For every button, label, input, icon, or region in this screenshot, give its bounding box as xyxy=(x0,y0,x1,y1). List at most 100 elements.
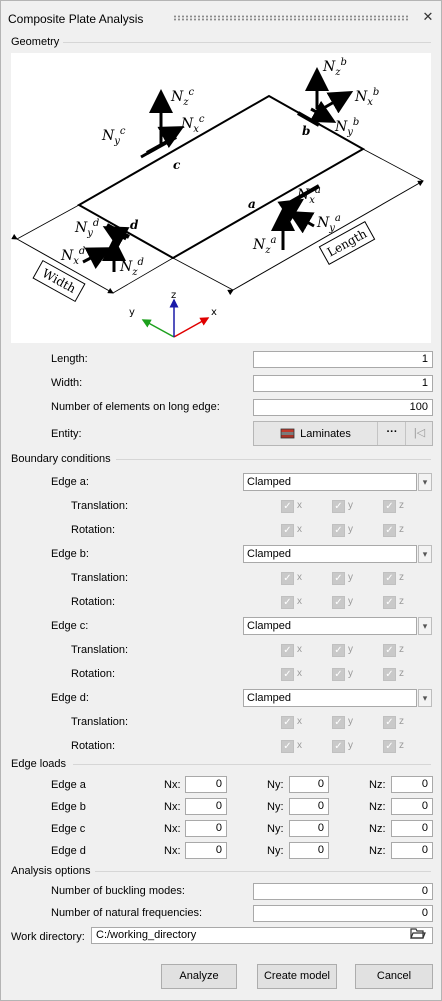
rotation-x-checkbox[interactable]: ✓ xyxy=(281,668,294,681)
edge-2-condition-select[interactable]: Clamped xyxy=(243,617,417,635)
label-ny-b: Nyb xyxy=(334,117,359,138)
ny-label: Ny: xyxy=(267,779,284,791)
chevron-down-icon[interactable]: ▾ xyxy=(418,689,432,707)
nx-input[interactable]: 0 xyxy=(185,776,227,793)
entity-selector: Laminates ··· |◁ xyxy=(253,421,433,446)
natural-frequencies-label: Number of natural frequencies: xyxy=(51,907,203,919)
section-geometry: Geometry xyxy=(11,36,60,48)
more-icon[interactable]: ··· xyxy=(379,422,406,445)
rotation-y-checkbox[interactable]: ✓ xyxy=(332,668,345,681)
edge-load-row-label: Edge d xyxy=(51,845,86,857)
rotation-y-checkbox[interactable]: ✓ xyxy=(332,596,345,609)
rotation-x-checkbox[interactable]: ✓ xyxy=(281,524,294,537)
nx-input[interactable]: 0 xyxy=(185,820,227,837)
entity-select-button[interactable]: Laminates xyxy=(254,422,378,445)
chevron-down-icon[interactable]: ▾ xyxy=(418,473,432,491)
window-title: Composite Plate Analysis xyxy=(8,12,144,26)
label-ny-d: Nyd xyxy=(74,218,99,239)
buckling-modes-label: Number of buckling modes: xyxy=(51,885,185,897)
nx-label: Nx: xyxy=(164,801,181,813)
chevron-down-icon[interactable]: ▾ xyxy=(418,545,432,563)
rotation-z-checkbox[interactable]: ✓ xyxy=(383,524,396,537)
ny-input[interactable]: 0 xyxy=(289,776,329,793)
clear-selection-icon[interactable]: |◁ xyxy=(407,422,432,445)
translation-y-label: y xyxy=(348,716,353,727)
nx-input[interactable]: 0 xyxy=(185,798,227,815)
edge-3-condition-select[interactable]: Clamped xyxy=(243,689,417,707)
elements-input[interactable]: 100 xyxy=(253,399,433,416)
arrow-ny-a xyxy=(287,211,315,234)
translation-x-checkbox[interactable]: ✓ xyxy=(281,716,294,729)
translation-x-checkbox[interactable]: ✓ xyxy=(281,572,294,585)
ny-input[interactable]: 0 xyxy=(289,820,329,837)
natural-frequencies-input[interactable]: 0 xyxy=(253,905,433,922)
rotation-z-checkbox[interactable]: ✓ xyxy=(383,596,396,609)
nz-input[interactable]: 0 xyxy=(391,820,433,837)
nz-input[interactable]: 0 xyxy=(391,842,433,859)
section-divider xyxy=(63,42,431,43)
nx-input[interactable]: 0 xyxy=(185,842,227,859)
axis-y-label: y xyxy=(129,307,135,318)
rotation-x-checkbox[interactable]: ✓ xyxy=(281,740,294,753)
nx-label: Nx: xyxy=(164,845,181,857)
translation-y-label: y xyxy=(348,644,353,655)
rotation-z-checkbox[interactable]: ✓ xyxy=(383,668,396,681)
rotation-y-label: y xyxy=(348,524,353,535)
translation-z-checkbox[interactable]: ✓ xyxy=(383,644,396,657)
buckling-modes-input[interactable]: 0 xyxy=(253,883,433,900)
rotation-z-label: z xyxy=(399,668,404,679)
arrow-nx-b xyxy=(321,91,354,114)
translation-y-checkbox[interactable]: ✓ xyxy=(332,644,345,657)
folder-open-icon[interactable] xyxy=(405,927,431,944)
analyze-button[interactable]: Analyze xyxy=(161,964,237,989)
entity-value: Laminates xyxy=(300,427,351,440)
translation-x-checkbox[interactable]: ✓ xyxy=(281,644,294,657)
edge-1-condition-select[interactable]: Clamped xyxy=(243,545,417,563)
work-directory-input[interactable]: C:/working_directory xyxy=(91,927,433,944)
rotation-x-checkbox[interactable]: ✓ xyxy=(281,596,294,609)
ny-label: Ny: xyxy=(267,845,284,857)
rotation-x-label: x xyxy=(297,596,302,607)
edge-label-c: c xyxy=(173,158,181,172)
rotation-z-checkbox[interactable]: ✓ xyxy=(383,740,396,753)
translation-label: Translation: xyxy=(71,500,129,512)
nx-label: Nx: xyxy=(164,779,181,791)
translation-z-checkbox[interactable]: ✓ xyxy=(383,716,396,729)
rotation-y-checkbox[interactable]: ✓ xyxy=(332,524,345,537)
translation-z-checkbox[interactable]: ✓ xyxy=(383,500,396,513)
chevron-down-icon[interactable]: ▾ xyxy=(418,617,432,635)
rotation-y-checkbox[interactable]: ✓ xyxy=(332,740,345,753)
edge-load-row-label: Edge b xyxy=(51,801,86,813)
work-directory-label: Work directory: xyxy=(11,931,85,943)
edge-0-condition-select[interactable]: Clamped xyxy=(243,473,417,491)
label-nz-a: Nza xyxy=(252,235,277,256)
nz-input[interactable]: 0 xyxy=(391,776,433,793)
nz-input[interactable]: 0 xyxy=(391,798,433,815)
ny-input[interactable]: 0 xyxy=(289,842,329,859)
extension-line xyxy=(16,204,80,240)
translation-y-checkbox[interactable]: ✓ xyxy=(332,572,345,585)
axis-y xyxy=(141,319,175,338)
translation-label: Translation: xyxy=(71,572,129,584)
nx-label: Nx: xyxy=(164,823,181,835)
ny-input[interactable]: 0 xyxy=(289,798,329,815)
translation-z-checkbox[interactable]: ✓ xyxy=(383,572,396,585)
translation-y-checkbox[interactable]: ✓ xyxy=(332,500,345,513)
width-input[interactable]: 1 xyxy=(253,375,433,392)
translation-y-checkbox[interactable]: ✓ xyxy=(332,716,345,729)
create-model-button[interactable]: Create model xyxy=(257,964,337,989)
close-icon[interactable]: ✕ xyxy=(421,9,435,25)
arrow-nx-c xyxy=(157,126,185,149)
label-nx-c: Nxc xyxy=(180,114,205,135)
nz-label: Nz: xyxy=(369,823,386,835)
translation-x-checkbox[interactable]: ✓ xyxy=(281,500,294,513)
translation-z-label: z xyxy=(399,716,404,727)
label-nz-b: Nzb xyxy=(322,57,347,78)
cancel-button[interactable]: Cancel xyxy=(355,964,433,989)
extension-line xyxy=(362,148,424,182)
section-analysis-options: Analysis options xyxy=(11,865,91,877)
extension-line xyxy=(172,257,234,291)
edge-load-row-label: Edge a xyxy=(51,779,86,791)
title-drag-handle[interactable] xyxy=(173,15,409,21)
length-input[interactable]: 1 xyxy=(253,351,433,368)
